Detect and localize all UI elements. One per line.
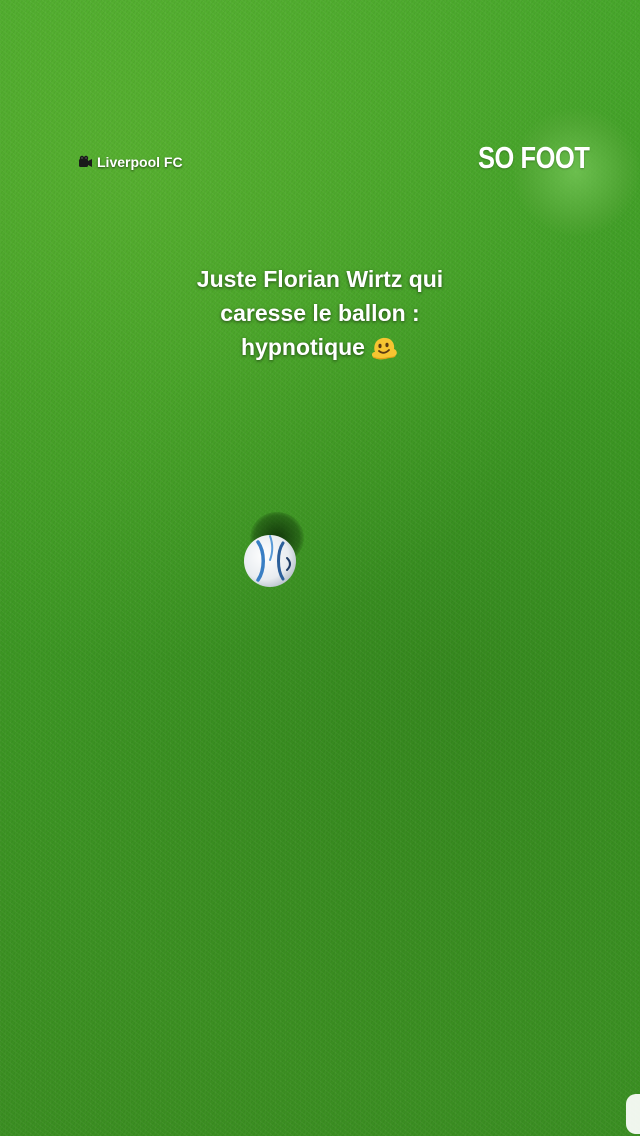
edge-highlight — [626, 1094, 640, 1134]
caption-line-3-text: hypnotique — [241, 334, 365, 360]
soccer-ball — [243, 534, 297, 588]
so-foot-watermark: SO FOOT — [478, 140, 590, 175]
location-tag[interactable]: Liverpool FC — [78, 151, 183, 173]
video-frame[interactable]: Liverpool FC SO FOOT Juste Florian Wirtz… — [0, 0, 640, 1136]
caption-line-3: hypnotique — [120, 330, 520, 364]
caption-line-2: caresse le ballon : — [220, 300, 420, 326]
video-caption: Juste Florian Wirtz qui caresse le ballo… — [120, 262, 520, 364]
location-label: Liverpool FC — [97, 154, 183, 170]
melting-face-emoji-icon — [369, 333, 399, 361]
caption-line-1: Juste Florian Wirtz qui — [196, 266, 444, 292]
camera-icon — [78, 155, 93, 169]
